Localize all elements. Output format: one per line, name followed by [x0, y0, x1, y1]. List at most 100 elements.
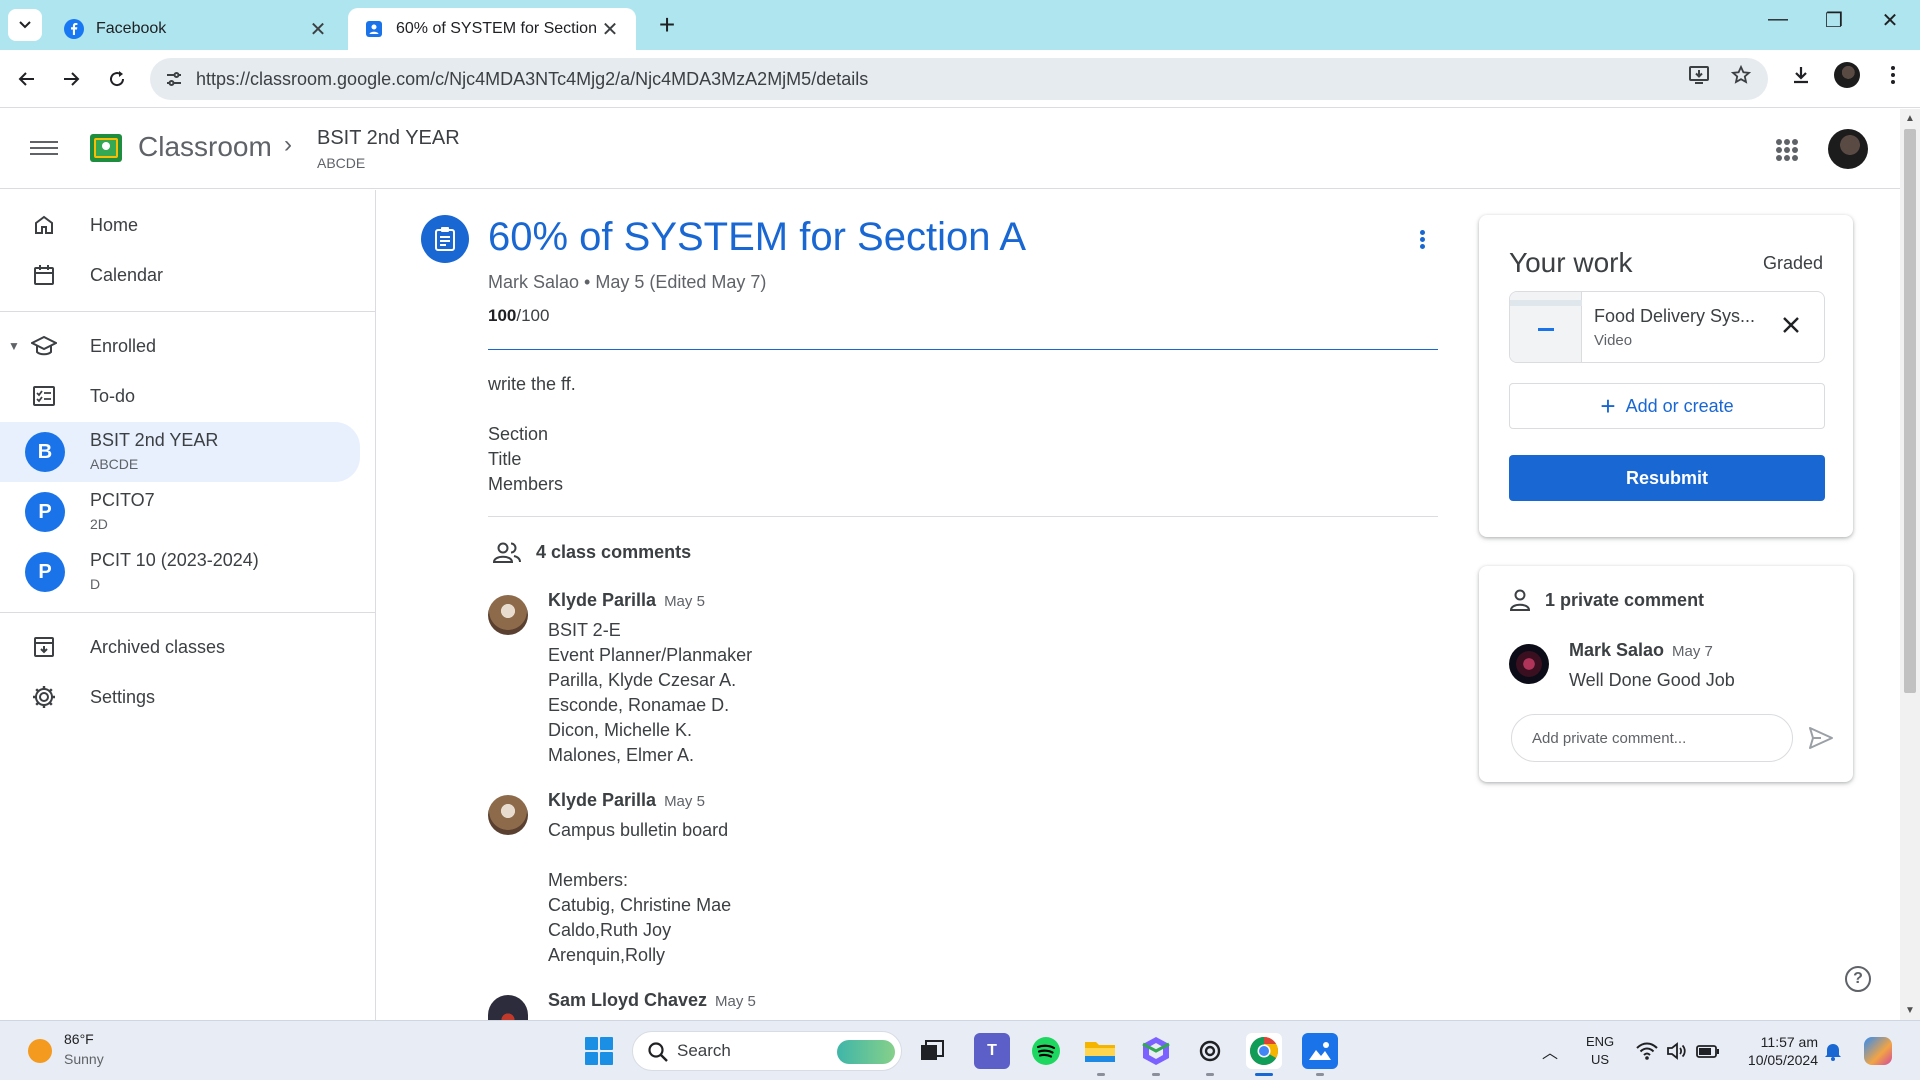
tab-search-button[interactable]: [8, 9, 42, 41]
taskbar-search[interactable]: Search: [632, 1031, 902, 1071]
weather-desc[interactable]: Sunny: [64, 1051, 104, 1067]
help-icon[interactable]: ?: [1845, 966, 1871, 992]
show-hidden-icons-button[interactable]: ︿: [1542, 1039, 1558, 1063]
more-vert-icon: [1891, 66, 1895, 84]
sidebar-item-label: Home: [90, 214, 139, 235]
add-or-create-label: Add or create: [1625, 395, 1734, 416]
class-comments-header: 4 class comments: [492, 540, 691, 564]
chrome-icon[interactable]: [1246, 1033, 1282, 1069]
sidebar-item-archived[interactable]: Archived classes: [0, 622, 360, 672]
google-apps-icon[interactable]: [1776, 139, 1798, 161]
arrow-left-icon: [18, 72, 34, 86]
scroll-thumb[interactable]: [1904, 129, 1916, 693]
course-section: D: [90, 576, 101, 592]
install-app-button[interactable]: [1684, 60, 1714, 90]
copilot-icon[interactable]: [1864, 1037, 1892, 1065]
browser-menu-button[interactable]: [1878, 60, 1908, 90]
minimize-button[interactable]: —: [1758, 8, 1798, 31]
tab-assignment[interactable]: 60% of SYSTEM for Section A ✕: [348, 8, 636, 50]
add-or-create-button[interactable]: + Add or create: [1509, 383, 1825, 429]
send-comment-button[interactable]: [1807, 724, 1835, 752]
more-vert-icon[interactable]: [1414, 228, 1430, 252]
send-icon: [1809, 727, 1833, 749]
sidebar-course-pcit10[interactable]: P PCIT 10 (2023-2024) D: [0, 542, 360, 602]
notification-bell-icon[interactable]: [1824, 1041, 1842, 1061]
resubmit-button[interactable]: Resubmit: [1509, 455, 1825, 501]
scroll-up-icon[interactable]: ▲: [1905, 113, 1915, 124]
main-menu-button[interactable]: [30, 137, 58, 161]
spotify-icon[interactable]: [1028, 1033, 1064, 1069]
sidebar-item-label: Settings: [90, 686, 156, 707]
comment-author-name: Klyde Parilla: [548, 790, 657, 810]
sidebar-course-bsit[interactable]: B BSIT 2nd YEAR ABCDE: [0, 422, 360, 482]
avatar: [488, 595, 528, 635]
comment-author: Klyde Parilla May 5: [548, 590, 705, 611]
comment-line: Event Planner/Planmaker: [548, 645, 753, 665]
back-button[interactable]: [12, 64, 42, 94]
private-comments-card: 1 private comment Mark Salao May 7 Well D…: [1479, 566, 1853, 782]
clock[interactable]: 11:57 am 10/05/2024: [1738, 1033, 1818, 1069]
remove-attachment-button[interactable]: [1776, 310, 1806, 340]
comment-date: May 5: [664, 793, 705, 810]
restore-button[interactable]: ❐: [1814, 8, 1854, 33]
app-hexagon-icon[interactable]: [1138, 1033, 1174, 1069]
running-indicator: [1152, 1073, 1160, 1076]
bookmark-button[interactable]: [1726, 60, 1756, 90]
assignment-score: 100/100: [488, 306, 549, 326]
file-explorer-icon[interactable]: [1082, 1033, 1118, 1069]
description-line: write the ff.: [488, 374, 576, 394]
volume-icon[interactable]: [1666, 1041, 1688, 1061]
scroll-down-icon[interactable]: ▼: [1905, 1005, 1915, 1016]
teams-icon[interactable]: T: [974, 1033, 1010, 1069]
forward-button[interactable]: [56, 64, 86, 94]
private-comment-date: May 7: [1672, 643, 1713, 660]
sidebar-course-pcito7[interactable]: P PCITO7 2D: [0, 482, 360, 542]
close-window-button[interactable]: ✕: [1870, 8, 1910, 33]
sidebar-item-label: To-do: [90, 385, 136, 406]
breadcrumb-class-name[interactable]: BSIT 2nd YEAR: [317, 127, 460, 150]
attachment-card[interactable]: Food Delivery Sys... Video: [1509, 291, 1825, 363]
account-avatar[interactable]: [1828, 129, 1868, 169]
photos-icon[interactable]: [1302, 1033, 1338, 1069]
weather-temp[interactable]: 86°F: [64, 1031, 94, 1047]
taskbar: 86°F Sunny Search T ︿ ENG US 11:57 am 10/: [0, 1020, 1920, 1080]
tab-facebook[interactable]: Facebook ✕: [48, 8, 344, 50]
private-comment-author: Mark Salao May 7: [1569, 640, 1713, 661]
wifi-icon[interactable]: [1636, 1041, 1658, 1061]
chatgpt-icon[interactable]: [1192, 1033, 1228, 1069]
sidebar-item-calendar[interactable]: Calendar: [0, 250, 360, 300]
start-button[interactable]: [585, 1037, 613, 1065]
running-indicator: [1316, 1073, 1324, 1076]
close-icon[interactable]: ✕: [600, 17, 620, 42]
private-comment-input[interactable]: Add private comment...: [1511, 714, 1793, 762]
address-bar[interactable]: https://classroom.google.com/c/Njc4MDA3N…: [150, 58, 1768, 100]
profile-button[interactable]: [1832, 60, 1862, 90]
comment-line: Campus bulletin board: [548, 820, 729, 840]
sun-icon[interactable]: [28, 1039, 52, 1063]
sidebar-item-settings[interactable]: Settings: [0, 672, 360, 722]
sidebar-item-enrolled[interactable]: ▼ Enrolled: [0, 321, 360, 371]
scrollbar[interactable]: ▲ ▼: [1900, 109, 1920, 1020]
sidebar-item-home[interactable]: Home: [0, 200, 360, 250]
course-section: ABCDE: [90, 456, 139, 472]
tab-title: Facebook: [96, 20, 167, 37]
battery-icon[interactable]: [1696, 1041, 1719, 1061]
clock-time: 11:57 am: [1760, 1034, 1818, 1050]
language-indicator[interactable]: ENG US: [1586, 1033, 1614, 1069]
new-tab-button[interactable]: +: [652, 10, 682, 40]
course-avatar: B: [25, 432, 65, 472]
clock-date: 10/05/2024: [1747, 1052, 1818, 1068]
classroom-logo[interactable]: [90, 134, 122, 162]
task-view-icon[interactable]: [914, 1033, 950, 1069]
search-icon: [648, 1042, 668, 1062]
person-icon: [1509, 589, 1531, 611]
app-name[interactable]: Classroom: [138, 131, 272, 163]
reload-button[interactable]: [102, 64, 132, 94]
downloads-button[interactable]: [1786, 60, 1816, 90]
close-icon[interactable]: ✕: [308, 17, 328, 42]
region-code: US: [1591, 1052, 1610, 1067]
sidebar-item-todo[interactable]: To-do: [0, 371, 360, 421]
class-comments-count[interactable]: 4 class comments: [536, 542, 691, 563]
comment-line: Dicon, Michelle K.: [548, 720, 693, 740]
site-info-icon[interactable]: [164, 69, 184, 94]
